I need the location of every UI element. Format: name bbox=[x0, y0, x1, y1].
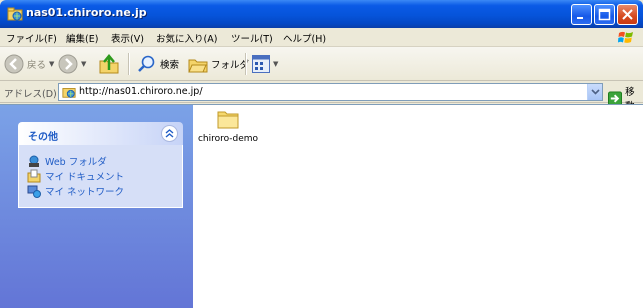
address-bar: アドレス(D) http://nas01.chiroro.ne.jp/ 移動 bbox=[0, 81, 643, 112]
search-icon bbox=[138, 55, 155, 72]
address-dropdown-button[interactable] bbox=[587, 84, 602, 100]
web-folder-icon bbox=[29, 155, 39, 167]
my-network-icon bbox=[27, 185, 41, 198]
web-folder-icon bbox=[7, 7, 23, 21]
my-documents-icon bbox=[27, 169, 41, 182]
toolbar: 戻る ▼ ▼ 検索 フォルダ ▼ bbox=[0, 47, 643, 81]
minimize-button[interactable] bbox=[571, 4, 592, 25]
forward-arrow-icon bbox=[58, 54, 78, 74]
chevron-down-icon bbox=[591, 89, 600, 95]
maximize-button[interactable] bbox=[594, 4, 615, 25]
address-input[interactable]: http://nas01.chiroro.ne.jp/ bbox=[58, 83, 603, 101]
menu-bar: ファイル(F) 編集(E) 表示(V) お気に入り(A) ツール(T) ヘルプ(… bbox=[0, 28, 643, 47]
minimize-icon bbox=[577, 17, 583, 19]
web-folder-icon bbox=[62, 88, 76, 98]
back-button[interactable]: 戻る ▼ bbox=[4, 54, 54, 74]
window-title: nas01.chiroro.ne.jp bbox=[26, 6, 147, 19]
up-folder-button[interactable] bbox=[98, 53, 120, 75]
link-web-folder[interactable]: Web フォルダ bbox=[27, 153, 182, 168]
views-button[interactable]: ▼ bbox=[252, 55, 278, 73]
windows-logo-icon bbox=[618, 31, 633, 43]
toolbar-separator bbox=[245, 53, 246, 75]
folders-button[interactable]: フォルダ bbox=[188, 54, 249, 74]
other-places-panel: その他 Web フォルダ マイ ドキュメント マイ ネットワーク bbox=[18, 122, 183, 208]
menu-file[interactable]: ファイル(F) bbox=[6, 31, 57, 45]
menu-tools[interactable]: ツール(T) bbox=[231, 31, 273, 45]
forward-button[interactable]: ▼ bbox=[58, 54, 86, 74]
menu-help[interactable]: ヘルプ(H) bbox=[283, 31, 326, 45]
content-area: その他 Web フォルダ マイ ドキュメント マイ ネットワーク chiroro… bbox=[0, 104, 643, 308]
folder-label: chiroro-demo bbox=[197, 134, 259, 144]
menu-edit[interactable]: 編集(E) bbox=[66, 31, 98, 45]
toolbar-separator bbox=[128, 53, 129, 75]
address-label: アドレス(D) bbox=[4, 89, 57, 100]
views-dropdown-icon[interactable]: ▼ bbox=[273, 60, 278, 68]
up-folder-icon bbox=[99, 54, 119, 74]
folder-icon bbox=[217, 111, 239, 129]
views-icon bbox=[252, 55, 270, 73]
panel-body: Web フォルダ マイ ドキュメント マイ ネットワーク bbox=[18, 145, 183, 208]
close-icon bbox=[622, 9, 633, 20]
back-arrow-icon bbox=[4, 54, 24, 74]
forward-dropdown-icon[interactable]: ▼ bbox=[81, 60, 86, 68]
folders-icon bbox=[188, 59, 208, 73]
address-value: http://nas01.chiroro.ne.jp/ bbox=[79, 86, 203, 97]
menu-favorites[interactable]: お気に入り(A) bbox=[156, 31, 217, 45]
maximize-icon bbox=[598, 8, 611, 21]
back-dropdown-icon[interactable]: ▼ bbox=[49, 60, 54, 68]
collapse-button[interactable] bbox=[161, 125, 178, 142]
link-my-documents[interactable]: マイ ドキュメント bbox=[27, 168, 182, 183]
panel-title: その他 bbox=[28, 132, 58, 143]
link-my-network[interactable]: マイ ネットワーク bbox=[27, 183, 182, 198]
explorer-window: nas01.chiroro.ne.jp ファイル(F) 編集(E) 表示(V) … bbox=[0, 0, 643, 308]
close-button[interactable] bbox=[617, 4, 638, 25]
folder-item[interactable]: chiroro-demo bbox=[193, 105, 263, 155]
chevron-up-icon bbox=[165, 129, 174, 138]
task-pane: その他 Web フォルダ マイ ドキュメント マイ ネットワーク bbox=[0, 105, 193, 308]
menu-view[interactable]: 表示(V) bbox=[111, 31, 144, 45]
search-button[interactable]: 検索 bbox=[137, 54, 179, 74]
panel-header[interactable]: その他 bbox=[18, 122, 183, 145]
title-bar[interactable]: nas01.chiroro.ne.jp bbox=[0, 0, 643, 28]
